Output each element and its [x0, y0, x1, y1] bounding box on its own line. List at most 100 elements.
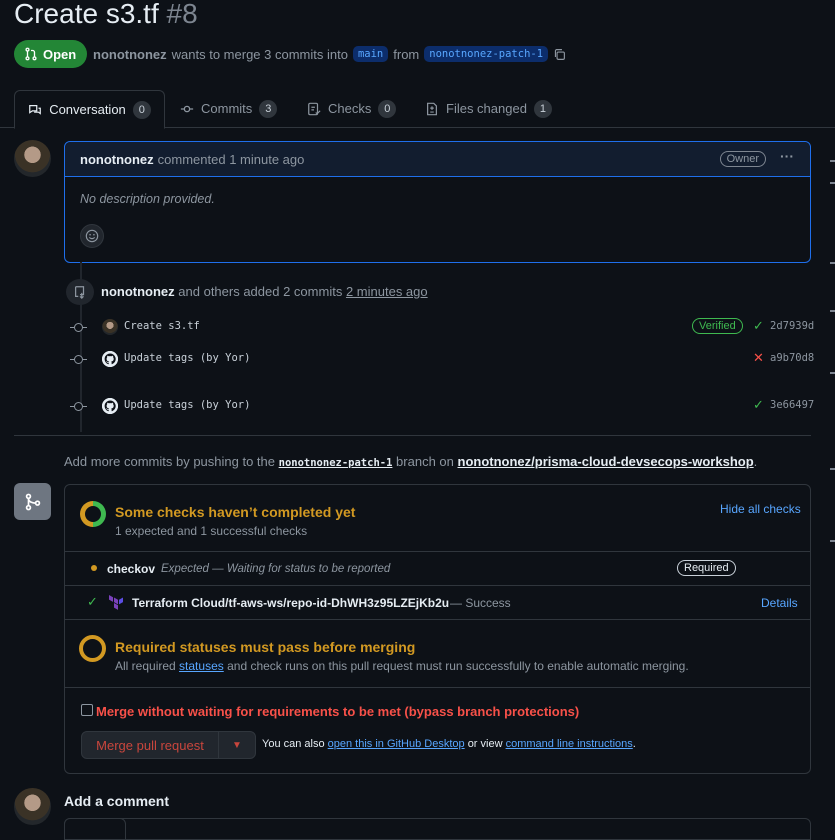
tab-files-changed-label: Files changed	[446, 101, 527, 116]
comment-header: nonotnonez commented 1 minute ago Owner …	[65, 142, 810, 177]
commit-message[interactable]: Create s3.tf	[124, 320, 200, 332]
pr-tabs: Conversation 0 Commits 3 Checks 0 Files …	[0, 90, 835, 129]
comment-author-avatar[interactable]	[14, 140, 51, 177]
bypass-label[interactable]: Merge without waiting for requirements t…	[96, 704, 579, 719]
check-description: Expected — Waiting for status to be repo…	[161, 563, 391, 575]
sidebar-fragment	[830, 182, 835, 184]
file-diff-icon	[427, 102, 437, 115]
statuses-link[interactable]: statuses	[179, 659, 224, 673]
check-name: checkov	[107, 562, 156, 576]
merge-text: wants to merge 3 commits into	[171, 46, 348, 62]
check-item: checkov Expected — Waiting for status to…	[65, 552, 810, 586]
event-description: and others added 2 commits	[178, 284, 343, 299]
github-desktop-link[interactable]: open this in GitHub Desktop	[328, 738, 465, 750]
check-item: ✓ Terraform Cloud/tf-aws-ws/repo-id-DhWH…	[65, 586, 810, 620]
comment-box: nonotnonez commented 1 minute ago Owner …	[64, 141, 811, 263]
add-comment-title: Add a comment	[64, 793, 170, 809]
sidebar-fragment	[830, 468, 835, 470]
pr-number: #8	[166, 0, 198, 29]
check-icon[interactable]: ✓	[753, 318, 764, 334]
tab-commits-count: 3	[259, 99, 278, 118]
merge-alternatives: You can also open this in GitHub Desktop…	[262, 738, 636, 750]
repo-push-icon	[66, 279, 94, 305]
check-icon: ✓	[87, 594, 98, 609]
sidebar-fragment	[830, 372, 835, 374]
bypass-checkbox[interactable]	[81, 704, 93, 716]
verified-badge[interactable]: Verified	[692, 318, 743, 334]
copy-icon[interactable]	[553, 48, 566, 61]
required-statuses: Required statuses must pass before mergi…	[65, 620, 810, 688]
from-text: from	[393, 46, 420, 62]
commit-sha[interactable]: 2d7939d	[770, 320, 814, 332]
smiley-icon	[85, 229, 99, 243]
push-note-middle: branch on	[396, 454, 454, 469]
push-note-repo[interactable]: nonotnonez/prisma-cloud-devsecops-worksh…	[458, 454, 754, 469]
commit-message[interactable]: Update tags (by Yor)	[124, 399, 250, 411]
comment-editor[interactable]	[64, 818, 811, 840]
sidebar-fragment	[830, 540, 835, 542]
tab-conversation-label: Conversation	[49, 102, 126, 117]
comment-author[interactable]: nonotnonez	[80, 152, 154, 167]
pull-request-icon	[25, 47, 37, 61]
current-user-avatar[interactable]	[14, 788, 51, 825]
tab-files-changed[interactable]: Files changed 1	[425, 90, 552, 127]
period-text: .	[632, 738, 636, 750]
add-reaction-button[interactable]	[80, 224, 104, 248]
pr-meta: nonotnonez wants to merge 3 commits into…	[93, 46, 566, 62]
kebab-menu-icon[interactable]: ···	[780, 148, 794, 164]
merge-pull-request-button[interactable]: Merge pull request	[82, 732, 219, 758]
pr-state-label: Open	[43, 46, 77, 62]
tab-checks[interactable]: Checks 0	[307, 90, 397, 127]
commit-author-avatar[interactable]	[102, 319, 118, 335]
base-branch[interactable]: main	[352, 46, 389, 62]
commit-sha[interactable]: a9b70d8	[770, 352, 814, 364]
git-commit-icon	[70, 355, 87, 364]
push-note-prefix: Add more commits by pushing to the	[64, 454, 275, 469]
required-text: All required statuses and check runs on …	[115, 659, 689, 673]
check-description: — Success	[450, 596, 511, 610]
checks-title: Some checks haven’t completed yet	[115, 504, 356, 520]
write-tab[interactable]	[64, 818, 126, 840]
x-icon[interactable]: ✕	[753, 350, 764, 366]
checks-summary: Some checks haven’t completed yet 1 expe…	[65, 485, 810, 552]
pr-title: Create s3.tf	[14, 0, 159, 29]
tab-checks-label: Checks	[328, 101, 372, 116]
commit-sha[interactable]: 3e66497	[770, 399, 814, 411]
hide-all-checks-link[interactable]: Hide all checks	[720, 502, 801, 516]
tab-checks-count: 0	[378, 99, 397, 118]
git-commit-icon	[180, 105, 194, 112]
checklist-icon	[308, 102, 321, 115]
cli-instructions-link[interactable]: command line instructions	[506, 738, 633, 750]
also-text: You can also	[262, 738, 325, 750]
git-merge-icon	[14, 483, 51, 520]
github-avatar-icon[interactable]	[102, 398, 118, 414]
push-note: Add more commits by pushing to the nonot…	[64, 454, 758, 469]
merge-button-group: Merge pull request ▼	[81, 731, 256, 759]
pr-author-link[interactable]: nonotnonez	[93, 47, 167, 62]
tab-commits[interactable]: Commits 3	[180, 90, 278, 127]
commit-message[interactable]: Update tags (by Yor)	[124, 352, 250, 364]
commit-row: Update tags (by Yor) ✓ 3e66497	[70, 397, 815, 417]
push-note-branch[interactable]: nonotnonez-patch-1	[279, 457, 393, 469]
tab-conversation-count: 0	[132, 100, 151, 119]
commit-row: Create s3.tf Verified ✓ 2d7939d	[70, 318, 815, 338]
head-branch[interactable]: nonotnonez-patch-1	[424, 46, 549, 62]
timeline-divider	[14, 435, 811, 436]
comment-body: No description provided.	[80, 192, 215, 206]
commit-row: Update tags (by Yor) ✕ a9b70d8	[70, 350, 815, 370]
pr-state-badge: Open	[14, 40, 88, 68]
github-avatar-icon[interactable]	[102, 351, 118, 367]
tab-conversation[interactable]: Conversation 0	[14, 90, 165, 129]
event-author[interactable]: nonotnonez	[101, 284, 175, 299]
chevron-down-icon[interactable]: ▼	[219, 732, 255, 758]
check-icon[interactable]: ✓	[753, 397, 764, 413]
required-title: Required statuses must pass before mergi…	[115, 639, 416, 655]
check-name: Terraform Cloud/tf-aws-ws/repo-id-DhWH3z…	[132, 596, 450, 610]
comment-time[interactable]: 1 minute ago	[229, 152, 304, 167]
required-text-after: and check runs on this pull request must…	[227, 659, 689, 673]
tab-files-changed-count: 1	[533, 99, 552, 118]
event-time[interactable]: 2 minutes ago	[346, 284, 428, 299]
git-commit-icon	[70, 323, 87, 332]
sidebar-fragment	[830, 160, 835, 162]
details-link[interactable]: Details	[761, 596, 798, 610]
